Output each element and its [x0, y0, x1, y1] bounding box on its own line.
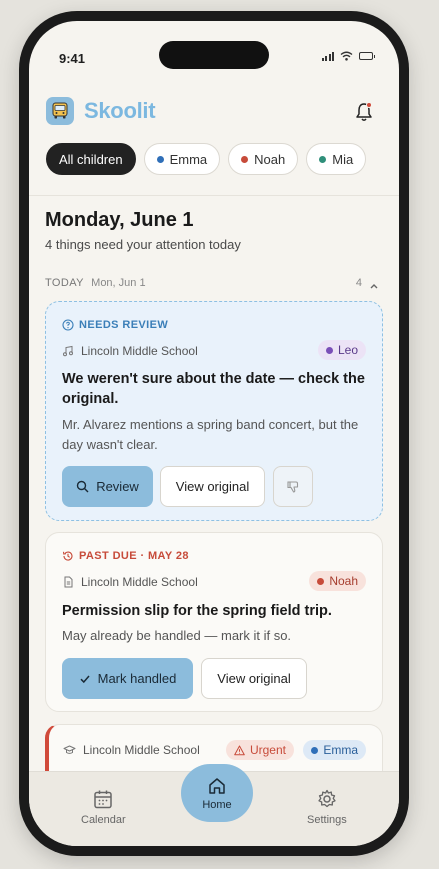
calendar-icon — [94, 790, 113, 809]
view-original-button[interactable]: View original — [160, 466, 265, 507]
document-icon — [64, 576, 73, 588]
tag-label: NEEDS REVIEW — [79, 319, 169, 331]
child-label: Leo — [337, 343, 358, 357]
chip-label: Emma — [169, 151, 208, 167]
card-title: We weren't sure about the date — check t… — [62, 371, 365, 407]
school-label: Lincoln Middle School — [81, 575, 198, 589]
card-tag: NEEDS REVIEW — [62, 319, 168, 331]
check-icon — [80, 675, 90, 683]
nav-label: Settings — [307, 814, 347, 826]
chip-label: Mia — [332, 151, 354, 167]
tag-label: PAST DUE · MAY 28 — [79, 550, 189, 562]
child-color-dot — [319, 155, 327, 163]
school-name: Lincoln Middle School — [63, 743, 200, 757]
child-badge: Emma — [303, 740, 366, 760]
chevron-up-icon[interactable] — [369, 281, 379, 291]
chip-emma[interactable]: Emma — [143, 143, 221, 175]
page-title: Monday, June 1 — [45, 209, 194, 231]
section-count: 4 — [355, 277, 362, 289]
bus-logo-icon — [46, 97, 74, 125]
nav-settings[interactable]: Settings — [307, 788, 347, 826]
wifi-icon — [340, 51, 353, 61]
section-date: Mon, Jun 1 — [91, 277, 146, 289]
card-tag: PAST DUE · MAY 28 — [62, 550, 189, 562]
section-header: TODAY Mon, Jun 1 — [45, 277, 146, 289]
card-description: May already be handled — mark it if so. — [62, 628, 292, 643]
notification-dot — [366, 102, 372, 108]
battery-icon — [359, 52, 375, 60]
child-color-dot — [317, 577, 325, 585]
gear-icon — [318, 789, 336, 808]
child-badge: Noah — [309, 571, 366, 591]
nav-home[interactable]: Home — [181, 764, 253, 822]
card-title: Permission slip for the spring field tri… — [62, 603, 332, 619]
button-label: View original — [175, 479, 250, 494]
graduation-cap-icon — [63, 745, 76, 754]
page-subtitle: 4 things need your attention today — [45, 237, 241, 252]
bottom-nav: Calendar Home Settings — [29, 764, 399, 846]
chip-all-children[interactable]: All children — [46, 143, 136, 175]
signal-icon — [321, 51, 334, 61]
phone-frame: 9:41 Skoolit All children Emma Noah Mia … — [19, 11, 409, 856]
thumbs-down-button[interactable] — [273, 466, 313, 507]
urgent-badge: Urgent — [225, 740, 294, 760]
button-label: View original — [217, 671, 291, 686]
history-icon — [62, 551, 73, 561]
app-screen: 9:41 Skoolit All children Emma Noah Mia … — [29, 21, 399, 846]
chip-label: All children — [59, 151, 123, 167]
music-note-icon — [63, 345, 73, 357]
child-color-dot — [325, 346, 333, 354]
mark-handled-button[interactable]: Mark handled — [62, 658, 193, 699]
card-description: Mr. Alvarez mentions a spring band conce… — [62, 417, 359, 452]
chip-label: Noah — [254, 151, 286, 167]
urgent-label: Urgent — [249, 743, 286, 757]
school-label: Lincoln Middle School — [81, 344, 198, 358]
nav-label: Home — [202, 798, 232, 811]
section-label: TODAY — [45, 277, 84, 289]
status-time: 9:41 — [59, 51, 86, 66]
status-icons — [321, 51, 375, 61]
nav-calendar[interactable]: Calendar — [81, 788, 126, 826]
chip-mia[interactable]: Mia — [306, 143, 367, 175]
help-circle-icon — [62, 319, 74, 331]
app-name: Skoolit — [84, 98, 156, 123]
button-label: Review — [96, 479, 139, 494]
home-icon — [209, 777, 225, 794]
warning-icon — [234, 745, 245, 755]
review-button[interactable]: Review — [62, 466, 153, 507]
dynamic-island — [159, 41, 269, 69]
school-label: Lincoln Middle School — [83, 743, 200, 757]
child-color-dot — [156, 155, 164, 163]
review-card[interactable]: NEEDS REVIEW Lincoln Middle School Leo W… — [45, 301, 383, 521]
child-badge: Leo — [317, 340, 366, 360]
search-icon — [76, 480, 89, 493]
nav-label: Calendar — [81, 814, 126, 826]
chip-noah[interactable]: Noah — [228, 143, 299, 175]
child-label: Noah — [329, 574, 358, 588]
child-filter-chips: All children Emma Noah Mia — [46, 143, 367, 175]
divider — [29, 195, 399, 196]
past-due-card[interactable]: PAST DUE · MAY 28 Lincoln Middle School … — [45, 532, 383, 712]
school-name: Lincoln Middle School — [62, 575, 198, 589]
child-color-dot — [241, 155, 249, 163]
child-color-dot — [311, 746, 319, 754]
thumbs-down-icon — [287, 480, 299, 493]
child-label: Emma — [323, 743, 358, 757]
school-name: Lincoln Middle School — [62, 344, 198, 358]
button-label: Mark handled — [97, 671, 177, 686]
view-original-button[interactable]: View original — [201, 658, 307, 699]
